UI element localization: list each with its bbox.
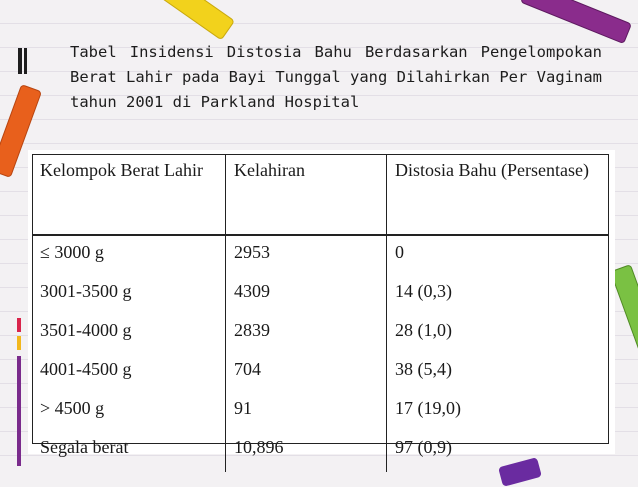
table-row: > 4500 g 91 17 (19,0)	[32, 394, 609, 433]
column-header: Distosia Bahu (Persentase)	[386, 154, 609, 236]
table-cell: 14 (0,3)	[395, 281, 452, 301]
table-image: Kelompok Berat Lahir Kelahiran Distosia …	[28, 150, 615, 472]
margin-mark	[24, 48, 27, 74]
margin-mark	[17, 356, 21, 466]
table-cell: > 4500 g	[32, 394, 226, 433]
purple-crayon-top	[519, 0, 633, 45]
table-cell: 91	[225, 394, 387, 433]
table-cell: 2953	[225, 235, 387, 277]
table-row: 3001-3500 g 4309 14 (0,3)	[32, 277, 609, 316]
table-cell: 10,896	[225, 433, 387, 472]
table-cell: 2839	[225, 316, 387, 355]
table-cell: 97 (0,9)	[395, 437, 452, 457]
table-cell: Segala berat	[32, 433, 226, 472]
column-header: Kelompok Berat Lahir	[32, 154, 226, 236]
table-cell: 3501-4000 g	[32, 316, 226, 355]
table-cell: 0	[395, 242, 404, 262]
table-cell: 704	[225, 355, 387, 394]
table-row: Segala berat 10,896 97 (0,9)	[32, 433, 609, 472]
table-header-row: Kelompok Berat Lahir Kelahiran Distosia …	[32, 154, 609, 236]
table-cell: ≤ 3000 g	[32, 235, 226, 277]
data-table: Kelompok Berat Lahir Kelahiran Distosia …	[32, 154, 609, 472]
table-cell: 4309	[225, 277, 387, 316]
table-row: 4001-4500 g 704 38 (5,4)	[32, 355, 609, 394]
table-cell: 3001-3500 g	[32, 277, 226, 316]
column-header: Kelahiran	[225, 154, 387, 236]
margin-mark	[17, 318, 21, 332]
table-row: ≤ 3000 g 2953 0	[32, 235, 609, 277]
yellow-crayon	[150, 0, 236, 41]
table-row: 3501-4000 g 2839 28 (1,0)	[32, 316, 609, 355]
table-cell: 4001-4500 g	[32, 355, 226, 394]
table-cell: 38 (5,4)	[395, 359, 452, 379]
slide-title: Tabel Insidensi Distosia Bahu Berdasarka…	[70, 43, 602, 111]
table-cell: 17 (19,0)	[395, 398, 461, 418]
margin-mark	[18, 48, 22, 74]
margin-mark	[17, 336, 21, 350]
table-cell: 28 (1,0)	[395, 320, 452, 340]
